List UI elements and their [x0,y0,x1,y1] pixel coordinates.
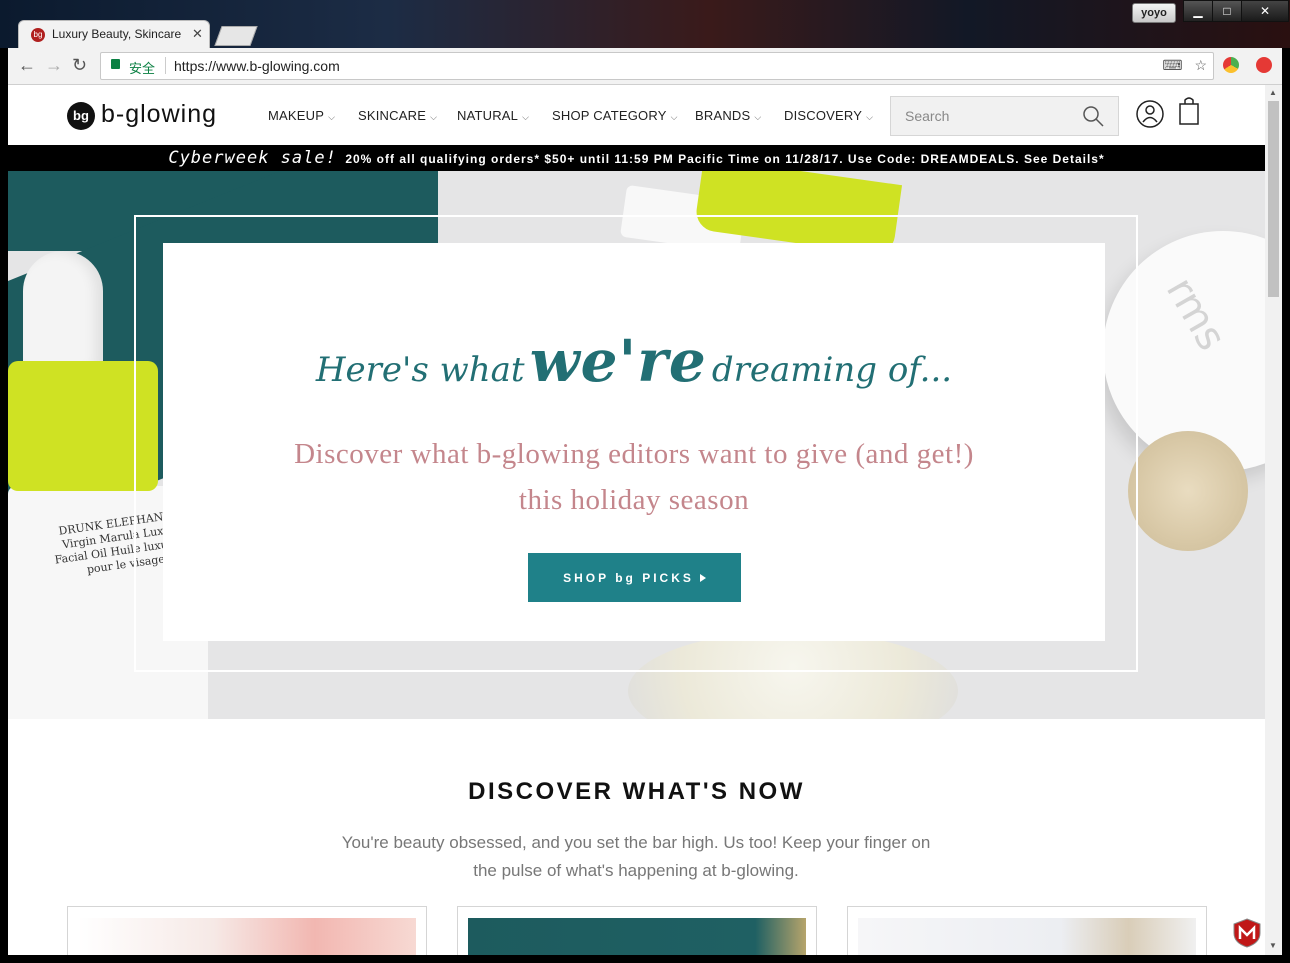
profile-badge[interactable]: yoyo [1132,3,1176,23]
card-image [78,918,416,955]
hero-script-title: Here's what we're dreaming of... [163,327,1105,395]
section-subtitle: You're beauty obsessed, and you set the … [341,833,931,880]
tab-close-icon[interactable]: ✕ [192,26,203,42]
translate-icon[interactable]: ⌨ [1162,57,1182,73]
script-part-emphasis: we're [529,327,707,395]
scroll-down-icon[interactable]: ▼ [1269,941,1277,950]
maximize-button[interactable]: □ [1212,0,1242,22]
promo-banner[interactable]: Cyberweek sale! 20% off all qualifying o… [8,145,1265,171]
extension-red-icon[interactable] [1256,57,1272,73]
nav-shop-category[interactable]: SHOP CATEGORY ⌵ [552,108,678,123]
search-input[interactable] [891,97,1087,135]
nav-natural[interactable]: NATURAL ⌵ [457,108,529,123]
page-viewport: bg b-glowing MAKEUP ⌵ SKINCARE ⌵ NATURAL ⌵ … [8,85,1265,955]
chevron-down-icon: ⌵ [430,112,438,122]
feature-card[interactable] [67,906,427,955]
minimize-button[interactable]: ▁ [1183,0,1213,22]
logo-text: b-glowing [101,100,218,128]
chevron-down-icon: ⌵ [866,112,874,122]
card-image [468,918,806,955]
lock-icon [111,59,120,69]
promo-sale-label: Cyberweek sale! [168,148,337,168]
feature-card[interactable] [847,906,1207,955]
page-scrollbar[interactable]: ▲ ▼ [1265,85,1282,955]
shopping-bag-icon[interactable] [1178,96,1200,126]
divider [165,57,166,74]
script-part: dreaming of... [711,350,953,390]
search-box [890,96,1119,136]
close-window-button[interactable]: ✕ [1241,0,1289,22]
mcafee-shield-icon[interactable] [1232,918,1262,948]
bookmark-star-icon[interactable]: ☆ [1194,57,1207,73]
hero-card: Here's what we're dreaming of... Discove… [163,243,1105,641]
nav-label: BRANDS [695,108,751,123]
nav-label: SKINCARE [358,108,427,123]
reload-icon[interactable]: ↻ [72,55,87,76]
nav-skincare[interactable]: SKINCARE ⌵ [358,108,437,123]
hero-subtitle-line: Discover what b-glowing editors want to … [294,438,974,470]
chevron-down-icon: ⌵ [754,112,762,122]
hero-subtitle-line: this holiday season [518,484,750,516]
product-jar-gold [1128,431,1248,551]
extension-chrome-icon[interactable] [1223,57,1239,73]
hero-subtitle: Discover what b-glowing editors want to … [163,431,1105,523]
favicon-icon: bg [31,28,45,42]
scroll-up-icon[interactable]: ▲ [1269,88,1277,97]
secure-label: 安全 [129,61,156,76]
button-label: SHOP bg PICKS [563,570,694,585]
address-bar[interactable]: 安全 https://www.b-glowing.com ⌨ ☆ [100,52,1214,80]
nav-makeup[interactable]: MAKEUP ⌵ [268,108,335,123]
tab-title: Luxury Beauty, Skincare [52,27,182,41]
bottle-dropper [23,251,103,371]
nav-label: NATURAL [457,108,519,123]
section-title: DISCOVER WHAT'S NOW [468,778,805,805]
shop-picks-button[interactable]: SHOP bg PICKS [528,553,741,602]
nav-discovery[interactable]: DISCOVERY ⌵ [784,108,873,123]
browser-toolbar: ← → ↻ 安全 https://www.b-glowing.com ⌨ ☆ [8,48,1282,85]
omnibox-icons: ⌨ ☆ [1162,57,1207,74]
nav-brands[interactable]: BRANDS ⌵ [695,108,761,123]
promo-text: 20% off all qualifying orders* $50+ unti… [345,152,1105,166]
window-titlebar: bg Luxury Beauty, Skincare ✕ yoyo ▁ □ ✕ [0,0,1290,49]
chevron-down-icon: ⌵ [522,112,530,122]
play-arrow-icon [699,573,706,582]
logo-mark: bg [67,102,95,130]
scroll-thumb[interactable] [1268,101,1279,297]
card-image [858,918,1196,955]
chevron-down-icon: ⌵ [328,112,336,122]
forward-arrow-icon[interactable]: → [45,55,63,76]
browser-tab[interactable]: bg Luxury Beauty, Skincare ✕ [18,20,210,49]
hero-banner: rms DRUNK ELEPHANT™ Virgin Marula Luxury… [8,171,1265,719]
chevron-down-icon: ⌵ [670,112,678,122]
nav-label: SHOP CATEGORY [552,108,667,123]
account-icon[interactable] [1135,99,1165,129]
script-part: Here's what [315,350,525,390]
back-arrow-icon[interactable]: ← [18,55,36,76]
nav-label: MAKEUP [268,108,325,123]
feature-card[interactable] [457,906,817,955]
search-icon[interactable] [1082,105,1104,127]
nav-label: DISCOVERY [784,108,863,123]
new-tab-button[interactable] [214,26,258,46]
url-text[interactable]: https://www.b-glowing.com [174,58,340,74]
